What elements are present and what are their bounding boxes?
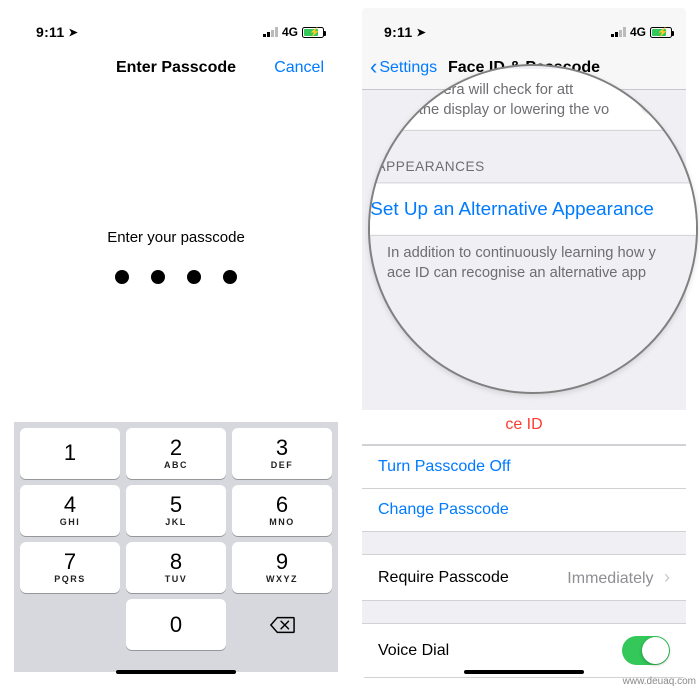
key-3[interactable]: 3DEF — [232, 428, 332, 479]
passcode-dot — [223, 270, 237, 284]
passcode-area: Enter your passcode — [14, 90, 338, 422]
page-title: Enter Passcode — [116, 59, 236, 77]
alt-desc-line2: ace ID can recognise an alternative app — [387, 263, 646, 280]
location-icon: ➤ — [68, 26, 77, 39]
navbar: Enter Passcode Cancel — [14, 46, 338, 90]
key-9[interactable]: 9WXYZ — [232, 542, 332, 593]
battery-icon: ⚡ — [302, 27, 324, 38]
key-7[interactable]: 7PQRS — [20, 542, 120, 593]
chevron-right-icon: › — [664, 567, 670, 587]
require-passcode[interactable]: Require Passcode Immediately › — [362, 554, 686, 601]
key-6[interactable]: 6MNO — [232, 485, 332, 536]
network-label: 4G — [282, 25, 298, 39]
passcode-dots — [115, 270, 237, 284]
passcode-dot — [187, 270, 201, 284]
home-indicator[interactable] — [116, 670, 236, 674]
backspace-key[interactable] — [232, 599, 332, 650]
attention-switch[interactable] — [639, 84, 689, 114]
numeric-keypad: 1 2ABC 3DEF 4GHI 5JKL 6MNO 7PQRS 8TUV 9W… — [14, 422, 338, 672]
backspace-icon — [269, 615, 295, 635]
key-8[interactable]: 8TUV — [126, 542, 226, 593]
attention-desc-line2: ming the display or lowering the vo — [383, 100, 609, 117]
passcode-prompt: Enter your passcode — [107, 229, 245, 246]
passcode-dot — [115, 270, 129, 284]
attention-desc-line1: epth camera will check for att — [383, 80, 573, 97]
set-up-alternative-appearance[interactable]: Set Up an Alternative Appearance — [368, 182, 698, 236]
key-2[interactable]: 2ABC — [126, 428, 226, 479]
passcode-dot — [151, 270, 165, 284]
appearances-header: APPEARANCES — [368, 131, 698, 182]
home-indicator[interactable] — [464, 670, 584, 674]
alt-desc-line1: In addition to continuously learning how… — [387, 243, 656, 260]
status-time: 9:11 — [36, 24, 64, 40]
status-time: 9:11 — [384, 24, 412, 40]
battery-icon: ⚡ — [650, 27, 672, 38]
network-label: 4G — [630, 25, 646, 39]
key-5[interactable]: 5JKL — [126, 485, 226, 536]
turn-passcode-off[interactable]: Turn Passcode Off — [362, 445, 686, 489]
reset-face-id-partial[interactable]: ce ID — [362, 410, 686, 445]
location-icon: ➤ — [416, 26, 425, 39]
key-0[interactable]: 0 — [126, 599, 226, 650]
change-passcode[interactable]: Change Passcode — [362, 489, 686, 532]
magnifier-overlay: epth camera will check for att ming the … — [368, 64, 698, 394]
key-blank — [20, 599, 120, 650]
voice-dial-label: Voice Dial — [378, 642, 449, 660]
key-1[interactable]: 1 — [20, 428, 120, 479]
voice-dial-switch[interactable] — [622, 636, 670, 665]
key-4[interactable]: 4GHI — [20, 485, 120, 536]
watermark: www.deuaq.com — [623, 676, 696, 687]
status-bar: 9:11 ➤ 4G ⚡ — [362, 8, 686, 46]
require-passcode-value: Immediately — [567, 570, 653, 587]
cancel-button[interactable]: Cancel — [274, 59, 324, 77]
phone-left: 9:11 ➤ 4G ⚡ Enter Passcode Cancel Enter … — [14, 8, 338, 678]
signal-icon — [263, 27, 278, 37]
signal-icon — [611, 27, 626, 37]
status-bar: 9:11 ➤ 4G ⚡ — [14, 8, 338, 46]
